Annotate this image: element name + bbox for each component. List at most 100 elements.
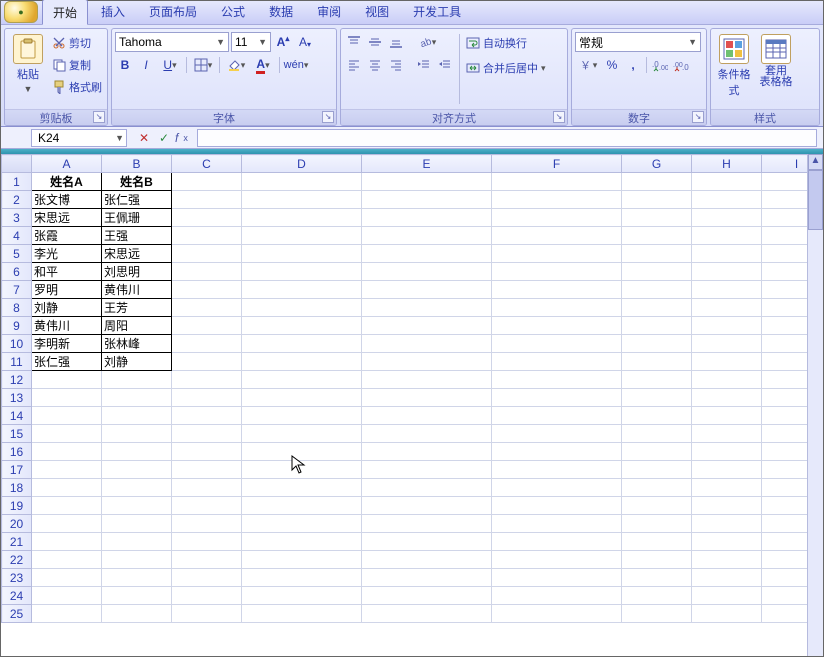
- increase-decimal-button[interactable]: .0.00: [650, 55, 670, 75]
- cell[interactable]: [492, 353, 622, 371]
- cell[interactable]: [692, 425, 762, 443]
- cell[interactable]: [362, 389, 492, 407]
- cell[interactable]: [242, 263, 362, 281]
- cell[interactable]: [622, 263, 692, 281]
- cancel-formula-icon[interactable]: ✕: [135, 129, 153, 147]
- cell[interactable]: [492, 299, 622, 317]
- row-header[interactable]: 7: [2, 281, 32, 299]
- cell[interactable]: 王强: [102, 227, 172, 245]
- cell[interactable]: [102, 605, 172, 623]
- cell[interactable]: [492, 407, 622, 425]
- cell[interactable]: [362, 587, 492, 605]
- cell[interactable]: [172, 425, 242, 443]
- cell[interactable]: [172, 551, 242, 569]
- format-painter-button[interactable]: 格式刷: [50, 76, 104, 98]
- cell[interactable]: [32, 461, 102, 479]
- cell[interactable]: 姓名B: [102, 173, 172, 191]
- row-header[interactable]: 2: [2, 191, 32, 209]
- cell[interactable]: [242, 245, 362, 263]
- cell[interactable]: [172, 605, 242, 623]
- cell[interactable]: [492, 479, 622, 497]
- tab-2[interactable]: 页面布局: [138, 0, 208, 24]
- cell[interactable]: [622, 551, 692, 569]
- orientation-button[interactable]: ab▾: [414, 32, 440, 52]
- scroll-up-icon[interactable]: ▲: [808, 154, 823, 170]
- align-top-button[interactable]: [344, 32, 364, 52]
- cell[interactable]: [622, 335, 692, 353]
- column-header[interactable]: D: [242, 155, 362, 173]
- cell[interactable]: [492, 443, 622, 461]
- cell[interactable]: [102, 425, 172, 443]
- italic-button[interactable]: I: [136, 55, 156, 75]
- office-button[interactable]: ●: [4, 1, 38, 23]
- cell[interactable]: [362, 245, 492, 263]
- grow-font-button[interactable]: A▴: [273, 32, 293, 52]
- cell[interactable]: [362, 371, 492, 389]
- wrap-text-button[interactable]: 自动换行: [464, 32, 548, 54]
- row-header[interactable]: 14: [2, 407, 32, 425]
- cell[interactable]: [32, 587, 102, 605]
- cell[interactable]: [362, 317, 492, 335]
- cell[interactable]: 张文博: [32, 191, 102, 209]
- font-name-select[interactable]: Tahoma▼: [115, 32, 229, 52]
- row-header[interactable]: 5: [2, 245, 32, 263]
- cell[interactable]: [692, 245, 762, 263]
- cell[interactable]: [242, 191, 362, 209]
- cell[interactable]: [492, 533, 622, 551]
- cell[interactable]: [242, 353, 362, 371]
- cell[interactable]: [172, 443, 242, 461]
- cell[interactable]: [492, 263, 622, 281]
- cell[interactable]: [102, 533, 172, 551]
- conditional-format-button[interactable]: 条件格式: [714, 32, 754, 100]
- column-header[interactable]: B: [102, 155, 172, 173]
- cell[interactable]: [362, 407, 492, 425]
- cell[interactable]: [492, 227, 622, 245]
- cell[interactable]: [362, 335, 492, 353]
- cell[interactable]: [242, 227, 362, 245]
- row-header[interactable]: 25: [2, 605, 32, 623]
- cell[interactable]: 王佩珊: [102, 209, 172, 227]
- number-format-select[interactable]: 常规▼: [575, 32, 701, 52]
- cell[interactable]: [492, 173, 622, 191]
- cell[interactable]: [622, 353, 692, 371]
- cell[interactable]: [102, 515, 172, 533]
- cell[interactable]: [242, 407, 362, 425]
- cell[interactable]: [32, 533, 102, 551]
- cell[interactable]: 李光: [32, 245, 102, 263]
- cell[interactable]: 和平: [32, 263, 102, 281]
- cell[interactable]: [692, 353, 762, 371]
- cell[interactable]: [492, 281, 622, 299]
- column-header[interactable]: G: [622, 155, 692, 173]
- dialog-launcher-icon[interactable]: ↘: [692, 111, 704, 123]
- cell[interactable]: [172, 173, 242, 191]
- cell[interactable]: 张林峰: [102, 335, 172, 353]
- cell[interactable]: [692, 191, 762, 209]
- paste-button[interactable]: 粘贴 ▼: [8, 32, 48, 96]
- cell[interactable]: [362, 425, 492, 443]
- row-header[interactable]: 16: [2, 443, 32, 461]
- cell[interactable]: [242, 443, 362, 461]
- cell[interactable]: [622, 569, 692, 587]
- cell[interactable]: [242, 281, 362, 299]
- row-header[interactable]: 3: [2, 209, 32, 227]
- cell[interactable]: 刘思明: [102, 263, 172, 281]
- cell[interactable]: [492, 389, 622, 407]
- cell[interactable]: [102, 551, 172, 569]
- cell[interactable]: [692, 227, 762, 245]
- cell[interactable]: [622, 587, 692, 605]
- cell[interactable]: [622, 191, 692, 209]
- shrink-font-button[interactable]: A▾: [295, 32, 315, 52]
- cell[interactable]: [692, 263, 762, 281]
- cell[interactable]: 张仁强: [102, 191, 172, 209]
- cell[interactable]: [32, 605, 102, 623]
- cell[interactable]: 罗明: [32, 281, 102, 299]
- cell[interactable]: [622, 389, 692, 407]
- cell[interactable]: [102, 443, 172, 461]
- cell[interactable]: [492, 191, 622, 209]
- tab-5[interactable]: 审阅: [306, 0, 352, 24]
- cell[interactable]: [172, 335, 242, 353]
- cell[interactable]: [492, 497, 622, 515]
- indent-decrease-button[interactable]: [414, 55, 434, 75]
- cell[interactable]: [692, 407, 762, 425]
- cell[interactable]: [692, 551, 762, 569]
